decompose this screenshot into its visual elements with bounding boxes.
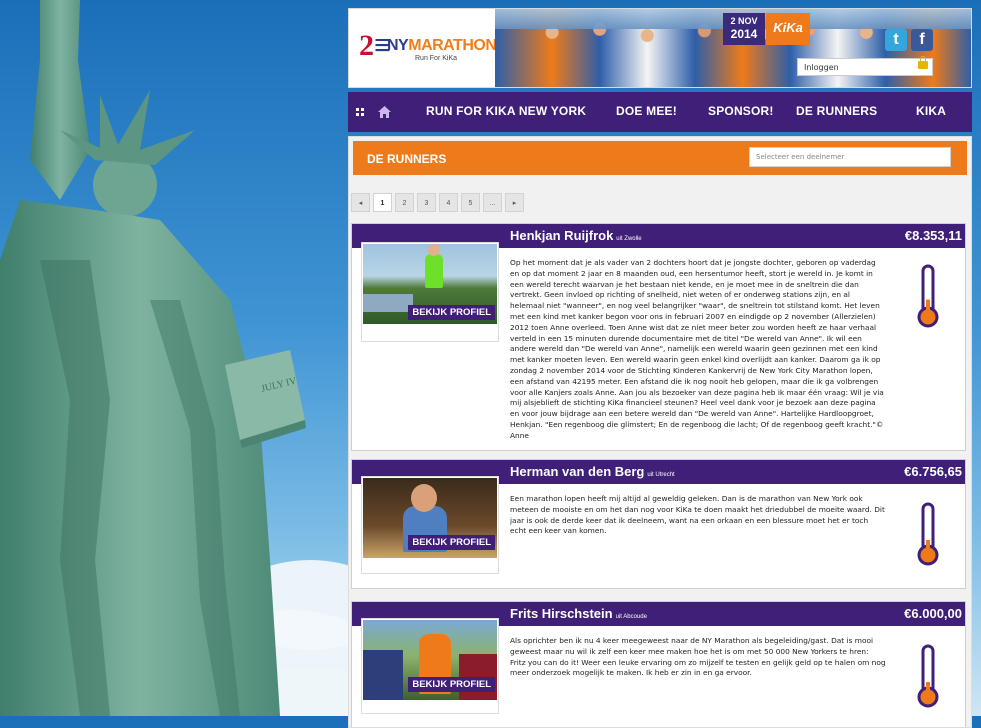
runner-select[interactable]: Selecteer een deelnemer — [749, 147, 951, 167]
main-navigation: RUN FOR KIKA NEW YORK DOE MEE! SPONSOR! … — [348, 92, 972, 132]
page-3-button[interactable]: 3 — [417, 193, 436, 212]
crowd-left — [363, 650, 403, 700]
home-icon[interactable] — [370, 98, 398, 126]
main-column: 2≡ NYMARATHON Run For KiKa 2 NOV 2014 Ki… — [348, 8, 972, 728]
nymarathon-logo[interactable]: 2≡ NYMARATHON Run For KiKa — [359, 27, 497, 71]
logo-title-prefix: NY — [387, 37, 409, 54]
runner-description: Op het moment dat je als vader van 2 doc… — [510, 258, 884, 440]
runner-name[interactable]: Henkjan Ruijfrok uit Zwolle — [510, 228, 642, 243]
content-panel: DE RUNNERS Selecteer een deelnemer ◂ 1 2… — [348, 136, 972, 728]
runner-name-text: Frits Hirschstein — [510, 606, 613, 621]
nav-item-de-runners[interactable]: DE RUNNERS — [796, 104, 877, 118]
runner-description: Als oprichter ben ik nu 4 keer meegewees… — [510, 636, 886, 678]
runner-origin: uit Zwolle — [616, 236, 642, 242]
thermometer-fill — [926, 682, 930, 694]
nav-item-run-for-kika-new-york[interactable]: RUN FOR KIKA NEW YORK — [426, 104, 586, 118]
header-banner: 2≡ NYMARATHON Run For KiKa 2 NOV 2014 Ki… — [348, 8, 972, 88]
nav-item-kika[interactable]: KIKA — [916, 104, 946, 118]
runner-head — [411, 484, 437, 512]
login-label: Inloggen — [804, 63, 839, 72]
view-profile-button[interactable]: BEKIJK PROFIEL — [408, 535, 495, 550]
runner-card: Henkjan Ruijfrok uit Zwolle €8.353,11 BEK… — [351, 223, 966, 451]
runner-card: Frits Hirschstein uit Abcoude €6.000,00 B… — [351, 601, 966, 727]
section-header: DE RUNNERS Selecteer een deelnemer — [353, 141, 967, 175]
runner-name[interactable]: Herman van den Berg uit Utrecht — [510, 464, 675, 479]
thermometer-icon — [917, 264, 939, 328]
runner-description: Een marathon lopen heeft mij altijd al g… — [510, 494, 885, 536]
runner-name[interactable]: Frits Hirschstein uit Abcoude — [510, 606, 647, 621]
runner-amount: €6.756,65 — [904, 464, 962, 479]
nav-item-sponsor[interactable]: SPONSOR! — [708, 104, 774, 118]
page-2-button[interactable]: 2 — [395, 193, 414, 212]
thermometer-fill — [926, 540, 930, 552]
nav-item-doe-mee[interactable]: DOE MEE! — [616, 104, 677, 118]
runner-name-text: Henkjan Ruijfrok — [510, 228, 614, 243]
page-5-button[interactable]: 5 — [461, 193, 480, 212]
next-page-button[interactable]: ▸ — [505, 193, 524, 212]
thermometer-fill — [926, 299, 930, 314]
thermometer-icon — [917, 502, 939, 566]
view-profile-button[interactable]: BEKIJK PROFIEL — [408, 305, 495, 320]
logo-subtitle: Run For KiKa — [415, 55, 458, 62]
twitter-icon[interactable]: t — [885, 29, 907, 51]
page-ellipsis-button[interactable]: ... — [483, 193, 502, 212]
statue-of-liberty-background: JULY IV — [0, 0, 348, 716]
kika-logo: KiKa — [766, 13, 810, 45]
lock-icon — [918, 56, 928, 69]
date-badge-day: 2 NOV — [730, 16, 758, 26]
page-1-button[interactable]: 1 — [373, 193, 392, 212]
prev-page-button[interactable]: ◂ — [351, 193, 370, 212]
runner-origin: uit Utrecht — [647, 472, 675, 478]
logo-title-suffix: MARATHON — [408, 37, 497, 54]
section-title: DE RUNNERS — [367, 152, 447, 166]
date-badge-year: 2014 — [730, 27, 758, 41]
grid-menu-icon[interactable] — [352, 108, 370, 116]
runner-photo[interactable]: BEKIJK PROFIEL — [361, 618, 499, 714]
view-profile-button[interactable]: BEKIJK PROFIEL — [408, 677, 495, 692]
statue-illustration: JULY IV — [0, 0, 306, 716]
runner-head — [428, 244, 440, 256]
thermometer-icon — [917, 644, 939, 708]
runner-name-text: Herman van den Berg — [510, 464, 645, 479]
runner-amount: €6.000,00 — [904, 606, 962, 621]
runner-figure — [425, 254, 443, 288]
runner-origin: uit Abcoude — [615, 614, 647, 620]
runner-card: Herman van den Berg uit Utrecht €6.756,65… — [351, 459, 966, 589]
runner-amount: €8.353,11 — [904, 228, 962, 243]
page-4-button[interactable]: 4 — [439, 193, 458, 212]
date-badge: 2 NOV 2014 — [723, 13, 765, 45]
facebook-icon[interactable]: f — [911, 29, 933, 51]
runner-photo[interactable]: BEKIJK PROFIEL — [361, 242, 499, 342]
nav-items: RUN FOR KIKA NEW YORK DOE MEE! SPONSOR! … — [398, 92, 972, 132]
runner-photo[interactable]: BEKIJK PROFIEL — [361, 476, 499, 574]
login-button[interactable]: Inloggen — [797, 56, 933, 76]
river — [363, 294, 413, 312]
pagination: ◂ 1 2 3 4 5 ... ▸ — [351, 193, 524, 212]
logo-title: NYMARATHON — [387, 37, 497, 55]
